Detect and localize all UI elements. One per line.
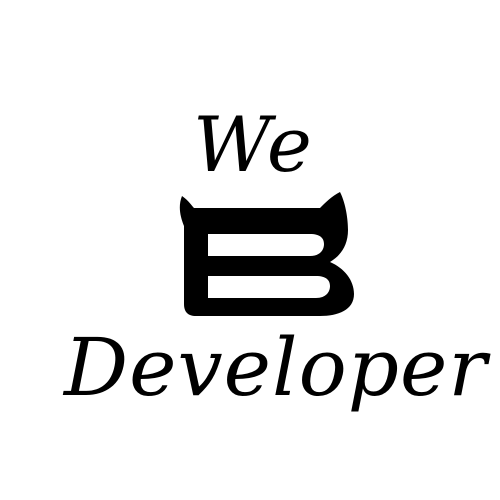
- logo-word-bottom: Developer: [64, 321, 488, 414]
- logo-word-top: We: [193, 100, 314, 189]
- cat-ears-b-icon: [179, 192, 354, 316]
- brand-logo: We Developer: [0, 0, 500, 500]
